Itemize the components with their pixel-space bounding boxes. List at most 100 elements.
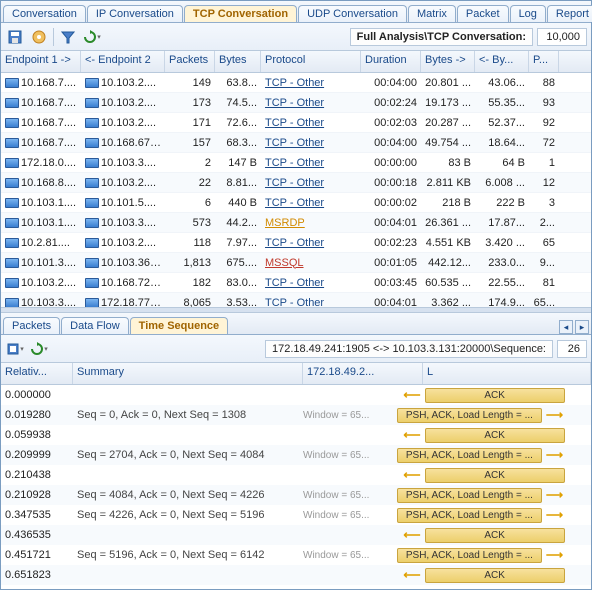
tab-matrix[interactable]: Matrix [408, 5, 456, 22]
cell-packets: 6 [165, 197, 215, 209]
seq-row[interactable]: 0.347535Seq = 4226, Ack = 0, Next Seq = … [1, 505, 591, 525]
host-icon [5, 218, 19, 228]
cell-protocol[interactable]: TCP - Other [261, 77, 361, 89]
cell-bytes: 3.53... [215, 297, 261, 308]
tab-tcp-conversation[interactable]: TCP Conversation [184, 5, 297, 22]
seq-window: Window = 65... [303, 510, 373, 521]
tab-report[interactable]: Report [547, 5, 592, 22]
lower-tab-data-flow[interactable]: Data Flow [61, 317, 129, 334]
lower-tab-scroll-left[interactable]: ◂ [559, 320, 573, 334]
cell-bytes-out: 26.361 ... [421, 217, 475, 229]
host-icon [85, 278, 99, 288]
col--endpoint-2[interactable]: <- Endpoint 2 [81, 51, 165, 72]
cell-endpoint1: 10.168.7.... [1, 117, 81, 129]
seq-time: 0.210438 [1, 469, 73, 481]
seq-summary: Seq = 0, Ack = 0, Next Seq = 1308 [73, 409, 303, 421]
table-row[interactable]: 172.18.0....10.103.3....2147 BTCP - Othe… [1, 153, 591, 173]
host-icon [85, 78, 99, 88]
cell-protocol[interactable]: TCP - Other [261, 297, 361, 308]
lower-tab-packets[interactable]: Packets [3, 317, 60, 334]
seq-col-summary[interactable]: Summary [73, 363, 303, 384]
cell-protocol[interactable]: TCP - Other [261, 117, 361, 129]
col-duration[interactable]: Duration [361, 51, 421, 72]
table-row[interactable]: 10.168.7....10.103.2....14963.8...TCP - … [1, 73, 591, 93]
cell-pp: 2... [529, 217, 559, 229]
seq-col-l[interactable]: L [423, 363, 591, 384]
grid-body[interactable]: 10.168.7....10.103.2....14963.8...TCP - … [1, 73, 591, 307]
col-p-[interactable]: P... [529, 51, 559, 72]
host-icon [5, 278, 19, 288]
tab-log[interactable]: Log [510, 5, 546, 22]
seq-row[interactable]: 0.209999Seq = 2704, Ack = 0, Next Seq = … [1, 445, 591, 465]
cell-bytes-out: 60.535 ... [421, 277, 475, 289]
col-bytes[interactable]: Bytes [215, 51, 261, 72]
seq-flow: ⟵ACK [373, 388, 591, 403]
cell-protocol[interactable]: TCP - Other [261, 157, 361, 169]
cell-endpoint2: 10.103.2.... [81, 117, 165, 129]
lower-refresh-icon[interactable]: ▾ [29, 339, 49, 359]
cell-bytes-in: 222 B [475, 197, 529, 209]
tab-packet[interactable]: Packet [457, 5, 509, 22]
arrow-left-icon: ⟵ [399, 388, 424, 402]
cell-protocol[interactable]: TCP - Other [261, 97, 361, 109]
cell-bytes-in: 55.35... [475, 97, 529, 109]
refresh-icon[interactable]: ▾ [82, 27, 102, 47]
col-protocol[interactable]: Protocol [261, 51, 361, 72]
cell-protocol[interactable]: MSRDP [261, 217, 361, 229]
seq-row[interactable]: 0.210438⟵ACK [1, 465, 591, 485]
tab-ip-conversation[interactable]: IP Conversation [87, 5, 183, 22]
host-icon [85, 178, 99, 188]
top-tabbar: ConversationIP ConversationTCP Conversat… [1, 1, 591, 23]
table-row[interactable]: 10.103.1....10.101.5....6440 BTCP - Othe… [1, 193, 591, 213]
table-row[interactable]: 10.103.3....172.18.77....8,0653.53...TCP… [1, 293, 591, 307]
table-row[interactable]: 10.168.7....10.168.67....15768.3...TCP -… [1, 133, 591, 153]
cell-protocol[interactable]: TCP - Other [261, 277, 361, 289]
cell-duration: 00:00:02 [361, 197, 421, 209]
cell-endpoint1: 172.18.0.... [1, 157, 81, 169]
tab-conversation[interactable]: Conversation [3, 5, 86, 22]
table-row[interactable]: 10.103.1....10.103.3....57344.2...MSRDP0… [1, 213, 591, 233]
lower-options-icon[interactable]: ▾ [5, 339, 25, 359]
seq-time: 0.436535 [1, 529, 73, 541]
table-row[interactable]: 10.2.81....10.103.2....1187.97...TCP - O… [1, 233, 591, 253]
seq-flow: PSH, ACK, Load Length = ...⟶ [373, 448, 591, 463]
col-packets[interactable]: Packets [165, 51, 215, 72]
seq-row[interactable]: 0.019280Seq = 0, Ack = 0, Next Seq = 130… [1, 405, 591, 425]
table-row[interactable]: 10.168.8....10.103.2....228.81...TCP - O… [1, 173, 591, 193]
table-row[interactable]: 10.168.7....10.103.2....17172.6...TCP - … [1, 113, 591, 133]
cell-endpoint2: 10.101.5.... [81, 197, 165, 209]
cell-protocol[interactable]: TCP - Other [261, 197, 361, 209]
tab-udp-conversation[interactable]: UDP Conversation [298, 5, 407, 22]
cell-protocol[interactable]: MSSQL [261, 257, 361, 269]
seq-row[interactable]: 0.436535⟵ACK [1, 525, 591, 545]
seq-col-time[interactable]: Relativ... [1, 363, 73, 384]
save-icon[interactable] [5, 27, 25, 47]
seq-body[interactable]: 0.000000 ⟵ACK 0.019280Seq = 0, Ack = 0, Ne… [1, 385, 591, 587]
seq-row[interactable]: 0.210928Seq = 4084, Ack = 0, Next Seq = … [1, 485, 591, 505]
cell-protocol[interactable]: TCP - Other [261, 137, 361, 149]
cell-endpoint1: 10.168.7.... [1, 77, 81, 89]
status-value: 10,000 [537, 28, 587, 46]
seq-time: 0.000000 [1, 389, 73, 401]
host-icon [85, 258, 99, 268]
col-endpoint-1-[interactable]: Endpoint 1 -> [1, 51, 81, 72]
table-row[interactable]: 10.168.7....10.103.2....17374.5...TCP - … [1, 93, 591, 113]
seq-row[interactable]: 0.000000 ⟵ACK [1, 385, 591, 405]
cell-duration: 00:04:01 [361, 297, 421, 308]
cell-protocol[interactable]: TCP - Other [261, 177, 361, 189]
col--by-[interactable]: <- By... [475, 51, 529, 72]
cell-bytes-in: 3.420 ... [475, 237, 529, 249]
cell-protocol[interactable]: TCP - Other [261, 237, 361, 249]
filter-icon[interactable] [58, 27, 78, 47]
seq-row[interactable]: 0.651823⟵ACK [1, 565, 591, 585]
col-bytes-[interactable]: Bytes -> [421, 51, 475, 72]
lower-tab-time-sequence[interactable]: Time Sequence [130, 317, 229, 334]
cell-packets: 573 [165, 217, 215, 229]
lower-tab-scroll-right[interactable]: ▸ [575, 320, 589, 334]
table-row[interactable]: 10.101.3....10.103.36....1,813675....MSS… [1, 253, 591, 273]
seq-col-ep[interactable]: 172.18.49.2... [303, 363, 423, 384]
table-row[interactable]: 10.103.2....10.168.72....18283.0...TCP -… [1, 273, 591, 293]
seq-row[interactable]: 0.059938⟵ACK [1, 425, 591, 445]
seq-row[interactable]: 0.451721Seq = 5196, Ack = 0, Next Seq = … [1, 545, 591, 565]
export-icon[interactable] [29, 27, 49, 47]
